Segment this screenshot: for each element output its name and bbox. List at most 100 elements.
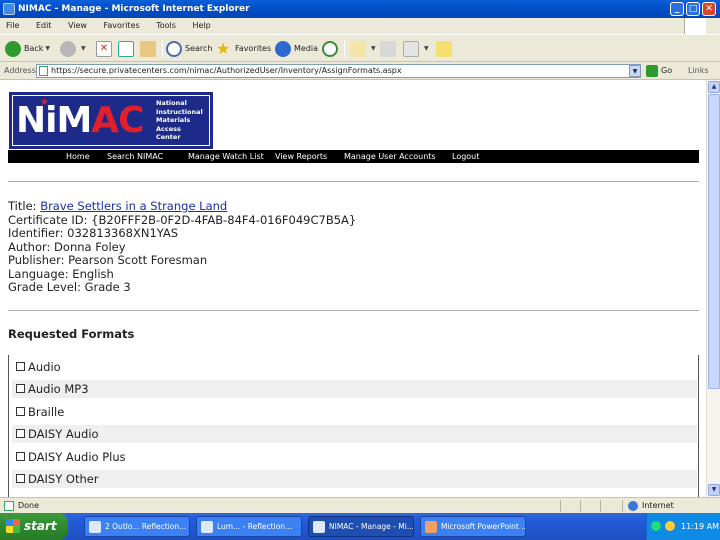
format-checkbox[interactable] [16, 407, 25, 416]
toolbar: Back ▼ ▼ ✕ Search ★ Favorites Media ▼ ▼ [0, 34, 720, 62]
menu-view[interactable]: View [68, 21, 87, 30]
taskbar: start 2 Outlo... Reflection... Lum... - … [0, 513, 720, 540]
nav-manage-watch-list[interactable]: Manage Watch List [188, 150, 264, 163]
window-title: NIMAC - Manage - Microsoft Internet Expl… [18, 4, 250, 14]
title-bar: NIMAC - Manage - Microsoft Internet Expl… [0, 0, 720, 18]
print-icon [380, 40, 396, 57]
discuss-icon [436, 40, 452, 57]
volume-icon[interactable] [665, 521, 675, 531]
address-bar: Address https://secure.privatecenters.co… [0, 62, 720, 80]
chevron-down-icon[interactable]: ▼ [81, 45, 86, 52]
page-icon [39, 66, 48, 76]
clock: 11:19 AM [681, 522, 719, 531]
chevron-down-icon[interactable]: ▼ [371, 45, 376, 52]
favorites-button[interactable]: ★ Favorites [216, 39, 271, 59]
nav-view-reports[interactable]: View Reports [275, 150, 327, 163]
browser-window: NIMAC - Manage - Microsoft Internet Expl… [0, 0, 720, 540]
reflection-icon [201, 521, 213, 533]
scroll-thumb[interactable] [708, 94, 720, 389]
status-pane-divider [560, 500, 561, 512]
format-checkbox[interactable] [16, 452, 25, 461]
search-button[interactable]: Search [166, 39, 212, 59]
links-button[interactable]: Links [688, 62, 709, 80]
status-text: Done [18, 501, 40, 510]
nav-manage-user-accounts[interactable]: Manage User Accounts [344, 150, 436, 163]
home-button[interactable] [140, 39, 159, 59]
ie-icon [313, 521, 325, 533]
taskbar-item[interactable]: Microsoft PowerPoint ... [420, 516, 526, 537]
site-nav: Home Search NIMAC Manage Watch List View… [8, 150, 699, 163]
taskbar-item-active[interactable]: NIMAC - Manage - Mi... [308, 516, 414, 537]
forward-arrow-icon [60, 41, 76, 57]
mail-icon [350, 41, 366, 57]
word-icon [403, 41, 419, 57]
taskbar-item[interactable]: 2 Outlo... Reflection... [84, 516, 190, 537]
scroll-up-button[interactable]: ▲ [708, 81, 720, 93]
menu-favorites[interactable]: Favorites [104, 21, 140, 30]
format-row: Braille [12, 403, 697, 421]
nav-logout[interactable]: Logout [452, 150, 479, 163]
title-row: Title: Brave Settlers in a Strange Land [8, 199, 228, 213]
menu-bar: File Edit View Favorites Tools Help [0, 18, 720, 34]
powerpoint-icon [425, 521, 437, 533]
go-button[interactable]: Go [646, 63, 672, 79]
author-row: Author: Donna Foley [8, 239, 126, 254]
network-icon[interactable] [651, 521, 661, 531]
address-dropdown-button[interactable]: ▼ [629, 65, 641, 77]
taskbar-item[interactable]: Lum... - Reflection... [196, 516, 302, 537]
nimac-logo: ★ NiMAC National Instructional Materials… [9, 92, 213, 149]
menu-tools[interactable]: Tools [156, 21, 176, 30]
format-checkbox[interactable] [16, 474, 25, 483]
format-row: DAISY Audio [12, 425, 697, 443]
nav-search-nimac[interactable]: Search NIMAC [107, 150, 163, 163]
maximize-button[interactable]: □ [686, 2, 700, 16]
toolbar-separator [344, 40, 345, 58]
windows-flag-icon [6, 519, 20, 533]
address-label: Address [4, 66, 36, 75]
history-button[interactable] [322, 39, 341, 59]
requested-formats-list: Audio Audio MP3 Braille DAISY Audio DAIS… [8, 355, 699, 497]
status-pane-divider [580, 500, 581, 512]
book-title-link[interactable]: Brave Settlers in a Strange Land [40, 199, 227, 213]
media-icon [275, 41, 291, 57]
format-checkbox[interactable] [16, 429, 25, 438]
history-icon [322, 40, 338, 57]
media-button[interactable]: Media [275, 39, 318, 59]
refresh-button[interactable] [118, 39, 137, 59]
vertical-scrollbar[interactable]: ▲ ▼ [706, 80, 720, 497]
minimize-button[interactable]: _ [670, 2, 684, 16]
start-button[interactable]: start [0, 513, 68, 540]
star-icon: ★ [216, 39, 231, 58]
address-url: https://secure.privatecenters.com/nimac/… [51, 66, 402, 75]
print-button[interactable] [380, 39, 399, 59]
search-icon [166, 41, 182, 57]
mail-button[interactable]: ▼ [350, 39, 376, 59]
format-checkbox[interactable] [16, 362, 25, 371]
edit-button[interactable]: ▼ [403, 39, 429, 59]
address-input[interactable]: https://secure.privatecenters.com/nimac/… [36, 64, 641, 78]
format-row: Audio [12, 358, 697, 376]
certificate-row: Certificate ID: {B20FFF2B-0F2D-4FAB-84F4… [8, 212, 357, 227]
status-pane-divider [600, 500, 601, 512]
nav-home[interactable]: Home [66, 150, 90, 163]
logo-wordmark: NiMAC [16, 100, 145, 141]
stop-button[interactable]: ✕ [96, 39, 115, 59]
back-arrow-icon [5, 41, 21, 57]
zone-text: Internet [642, 501, 674, 510]
menu-help[interactable]: Help [192, 21, 210, 30]
chevron-down-icon[interactable]: ▼ [424, 45, 429, 52]
discuss-button[interactable] [436, 39, 455, 59]
stop-icon: ✕ [96, 40, 112, 57]
format-row: DAISY Other [12, 470, 697, 488]
format-checkbox[interactable] [16, 384, 25, 393]
home-icon [140, 40, 156, 57]
scroll-down-button[interactable]: ▼ [708, 484, 720, 496]
menu-edit[interactable]: Edit [36, 21, 52, 30]
close-button[interactable]: ✕ [702, 2, 716, 16]
back-button[interactable]: Back ▼ [5, 39, 50, 59]
menu-file[interactable]: File [6, 21, 19, 30]
chevron-down-icon[interactable]: ▼ [45, 45, 50, 52]
format-row: Audio MP3 [12, 380, 697, 398]
identifier-row: Identifier: 032813368XN1YAS [8, 226, 179, 240]
forward-button[interactable]: ▼ [60, 39, 86, 59]
